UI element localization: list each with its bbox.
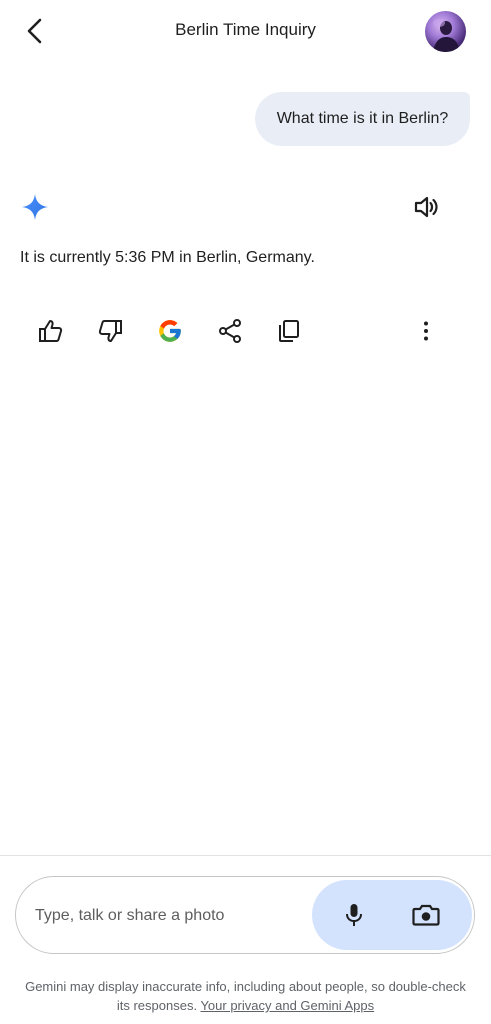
disclaimer: Gemini may display inaccurate info, incl… (20, 977, 471, 1015)
share-icon (219, 319, 241, 343)
mic-icon (346, 904, 362, 926)
composer (15, 876, 475, 954)
composer-actions (312, 880, 472, 950)
avatar-picture (433, 19, 460, 52)
response-text: It is currently 5:36 PM in Berlin, Germa… (20, 249, 315, 266)
thumbs-down-icon (98, 320, 122, 342)
thumbs-down-button[interactable] (95, 316, 125, 346)
speaker-icon (414, 196, 438, 218)
copy-button[interactable] (274, 316, 304, 346)
share-button[interactable] (215, 316, 245, 346)
app-header: Berlin Time Inquiry (0, 0, 491, 64)
thumbs-up-icon (39, 320, 63, 342)
user-message-text: What time is it in Berlin? (276, 110, 449, 127)
copy-icon (279, 320, 299, 342)
prompt-input[interactable] (35, 903, 305, 929)
more-vert-icon (424, 321, 428, 341)
mic-button[interactable] (340, 901, 368, 929)
chat-screen: Berlin Time Inquiry What time is it in B… (0, 0, 491, 1024)
privacy-link[interactable]: Your privacy and Gemini Apps (200, 998, 374, 1013)
camera-button[interactable] (411, 901, 441, 929)
google-icon (159, 320, 181, 342)
user-message-bubble: What time is it in Berlin? (255, 92, 470, 146)
google-search-button[interactable] (155, 316, 185, 346)
thumbs-up-button[interactable] (36, 316, 66, 346)
composer-divider (0, 855, 491, 856)
camera-icon (412, 904, 440, 926)
page-title: Berlin Time Inquiry (175, 20, 316, 39)
more-options-button[interactable] (411, 316, 441, 346)
gemini-spark-icon (22, 194, 48, 220)
avatar[interactable] (425, 11, 466, 52)
read-aloud-button[interactable] (411, 192, 441, 222)
